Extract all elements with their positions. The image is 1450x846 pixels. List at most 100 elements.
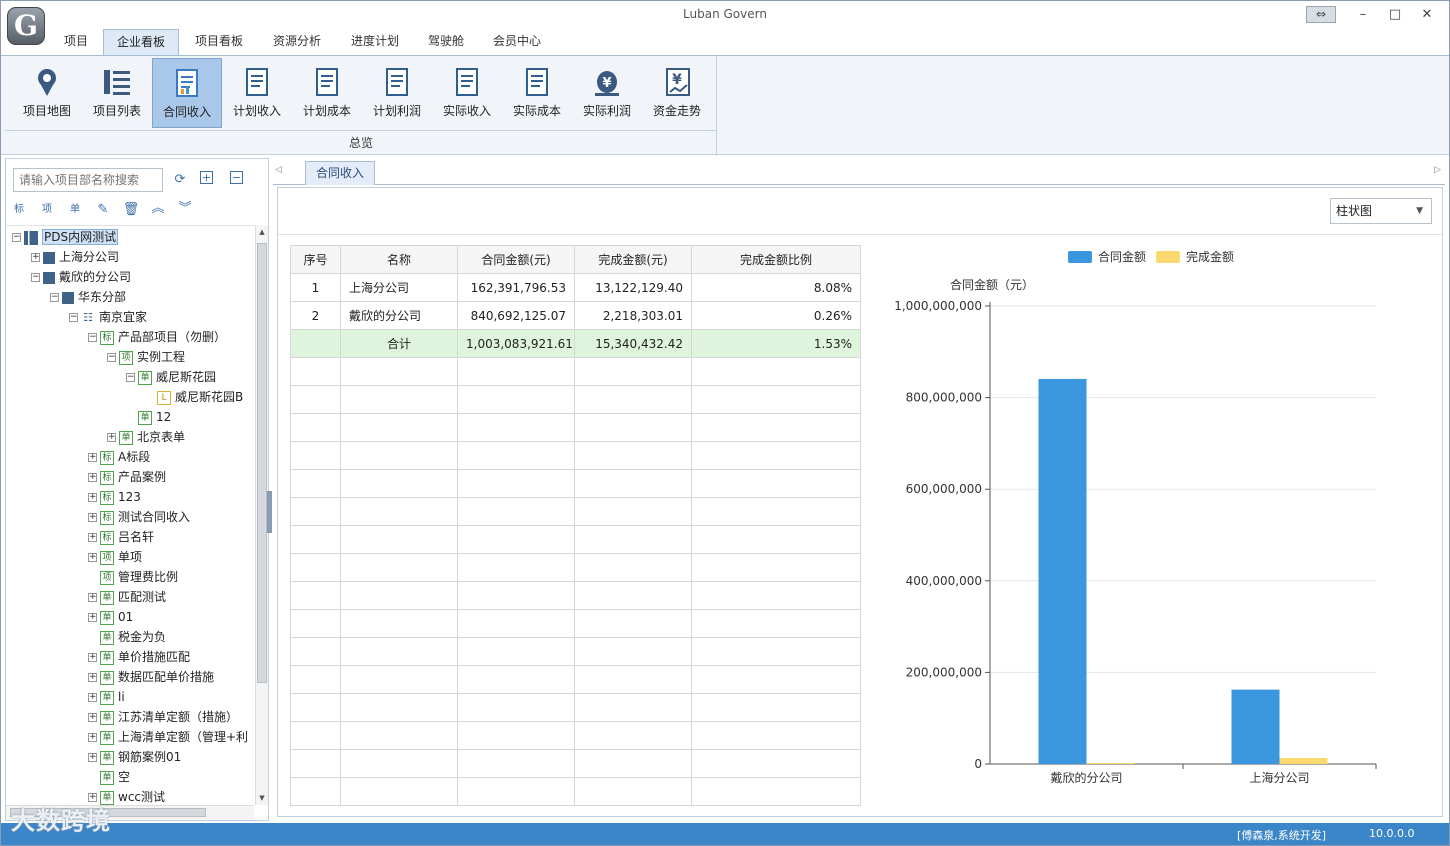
table-row[interactable]	[290, 637, 861, 666]
column-header[interactable]: 序号	[290, 245, 341, 274]
expand-icon[interactable]: +	[88, 733, 97, 742]
table-row[interactable]	[290, 357, 861, 386]
table-row[interactable]	[290, 609, 861, 638]
tree-node[interactable]: 单 12	[126, 407, 171, 427]
tree-node[interactable]: 项管理费比例	[88, 567, 178, 587]
move-down-icon[interactable]: ︾	[176, 200, 194, 218]
tree-node[interactable]: + 标 123	[88, 487, 141, 507]
table-row[interactable]	[290, 665, 861, 694]
add-unit-icon[interactable]: 单	[66, 201, 84, 219]
ribbon-button[interactable]: 项目列表	[82, 58, 152, 128]
column-header[interactable]: 合同金额(元)	[457, 245, 575, 274]
tree-node[interactable]: + 单 li	[88, 687, 125, 707]
tree-node[interactable]: + 上海分公司	[31, 247, 119, 267]
ribbon-button[interactable]: 计划利润	[362, 58, 432, 128]
expand-icon[interactable]: +	[88, 513, 97, 522]
restore-layout-button[interactable]: ⇔	[1306, 6, 1336, 23]
menu-tab[interactable]: 项目看板	[181, 29, 257, 55]
expand-icon[interactable]: +	[88, 453, 97, 462]
maximize-button[interactable]: □	[1384, 4, 1406, 26]
collapse-icon[interactable]: −	[31, 273, 40, 282]
table-row[interactable]	[290, 721, 861, 750]
table-row[interactable]	[290, 777, 861, 806]
expand-icon[interactable]: +	[88, 693, 97, 702]
menu-tab[interactable]: 会员中心	[479, 29, 555, 55]
expand-icon[interactable]: +	[88, 713, 97, 722]
tree-node[interactable]: − PDS内网测试	[12, 227, 119, 247]
column-header[interactable]: 完成金额(元)	[574, 245, 692, 274]
total-row[interactable]: 合计 1,003,083,921.61 15,340,432.42 1.53%	[290, 329, 861, 358]
menu-tab[interactable]: 项目	[53, 29, 99, 55]
refresh-icon[interactable]: ⟳	[171, 171, 189, 189]
expand-icon[interactable]: +	[107, 433, 116, 442]
table-row[interactable]	[290, 693, 861, 722]
table-row[interactable]	[290, 497, 861, 526]
tree-node[interactable]: 单空	[88, 767, 130, 787]
tree-node[interactable]: L 威尼斯花园B	[145, 387, 243, 407]
tab-contract-income[interactable]: 合同收入	[305, 161, 375, 185]
menu-tab[interactable]: 资源分析	[259, 29, 335, 55]
expand-icon[interactable]: +	[31, 253, 40, 262]
ribbon-button[interactable]: 实际收入	[432, 58, 502, 128]
collapse-icon[interactable]: −	[126, 373, 135, 382]
tree-node[interactable]: + 标测试合同收入	[88, 507, 190, 527]
expand-icon[interactable]: +	[88, 493, 97, 502]
tab-scroll-right-icon[interactable]: ▷	[1434, 165, 1441, 175]
add-bid-icon[interactable]: 标	[10, 201, 28, 219]
expand-icon[interactable]: +	[88, 593, 97, 602]
tree-node[interactable]: − ☷ 南京宜家	[69, 307, 147, 327]
menu-tab[interactable]: 驾驶舱	[415, 29, 477, 55]
tree-node[interactable]: + 单北京表单	[107, 427, 185, 447]
table-row[interactable]	[290, 385, 861, 414]
tree-node[interactable]: + 单匹配测试	[88, 587, 166, 607]
column-header[interactable]: 完成金额比例	[691, 245, 861, 274]
expand-icon[interactable]: +	[88, 613, 97, 622]
chart-type-select[interactable]: 柱状图 ▼	[1330, 198, 1432, 224]
search-input[interactable]	[13, 168, 163, 192]
tree-node[interactable]: − 戴欣的分公司	[31, 267, 131, 287]
add-item-icon[interactable]: 项	[38, 201, 56, 219]
table-row[interactable]	[290, 525, 861, 554]
table-row[interactable]: 1 上海分公司 162,391,796.53 13,122,129.40 8.08%	[290, 273, 861, 302]
tree-node[interactable]: + 单单价措施匹配	[88, 647, 190, 667]
ribbon-button[interactable]: 合同收入	[152, 58, 222, 128]
tree-node[interactable]: − 华东分部	[50, 287, 126, 307]
tree-node[interactable]: − 标产品部项目（勿删）	[88, 327, 226, 347]
table-row[interactable]	[290, 441, 861, 470]
tree-node[interactable]: 单税金为负	[88, 627, 166, 647]
ribbon-button[interactable]: 实际成本	[502, 58, 572, 128]
tree-node[interactable]: + 标产品案例	[88, 467, 166, 487]
ribbon-button[interactable]: ¥ 资金走势	[642, 58, 712, 128]
tree-node[interactable]: + 单上海清单定额（管理+利	[88, 727, 248, 747]
collapse-icon[interactable]: −	[69, 313, 78, 322]
move-up-icon[interactable]: ︽	[149, 200, 167, 218]
tree-node[interactable]: + 单数据匹配单价措施	[88, 667, 214, 687]
expand-icon[interactable]: +	[88, 653, 97, 662]
delete-icon[interactable]: 🗑	[122, 201, 140, 219]
expand-icon[interactable]: +	[88, 473, 97, 482]
table-row[interactable]	[290, 553, 861, 582]
column-header[interactable]: 名称	[340, 245, 458, 274]
table-row[interactable]	[290, 581, 861, 610]
tree-node[interactable]: + 单钢筋案例01	[88, 747, 181, 767]
collapse-icon[interactable]: −	[107, 353, 116, 362]
expand-icon[interactable]: +	[88, 533, 97, 542]
tree-node[interactable]: + 单 01	[88, 607, 133, 627]
collapse-icon[interactable]: −	[12, 233, 21, 242]
tree-node[interactable]: + 标吕名轩	[88, 527, 154, 547]
tree-node[interactable]: − 项实例工程	[107, 347, 185, 367]
table-row[interactable]	[290, 749, 861, 778]
table-row[interactable]	[290, 413, 861, 442]
ribbon-button[interactable]: ¥ 实际利润	[572, 58, 642, 128]
menu-tab[interactable]: 企业看板	[103, 29, 179, 55]
tree-scroll-thumb[interactable]	[257, 243, 267, 683]
expand-icon[interactable]: +	[88, 553, 97, 562]
scroll-down-icon[interactable]: ▼	[256, 791, 268, 805]
expand-icon[interactable]: +	[88, 753, 97, 762]
menu-tab[interactable]: 进度计划	[337, 29, 413, 55]
ribbon-button[interactable]: 计划成本	[292, 58, 362, 128]
ribbon-button[interactable]: 项目地图	[12, 58, 82, 128]
expand-all-icon[interactable]: +	[200, 171, 213, 184]
app-logo[interactable]: G	[7, 7, 45, 45]
collapse-icon[interactable]: −	[88, 333, 97, 342]
